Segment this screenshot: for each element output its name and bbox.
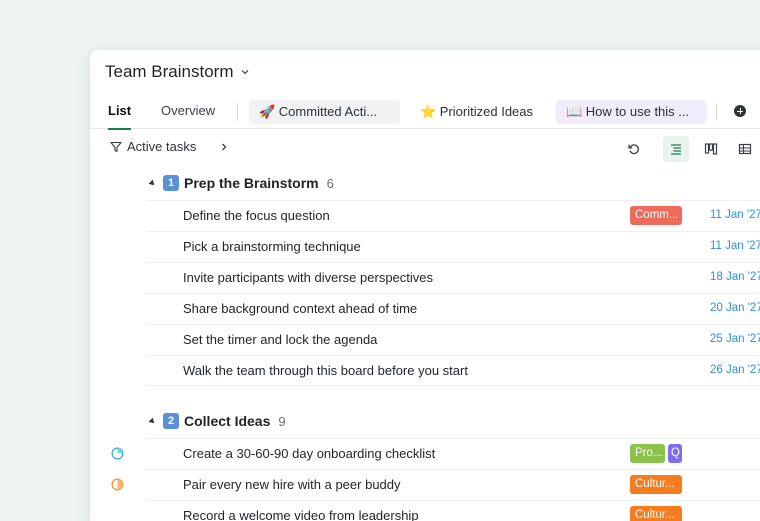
task-due-date[interactable]: 11 Jan '27 — [710, 209, 760, 221]
tab-divider — [716, 103, 717, 121]
filter-button[interactable]: Active tasks — [110, 139, 196, 154]
task-row[interactable]: Walk the team through this board before … — [145, 355, 760, 386]
task-due-date[interactable]: 26 Jan '27 — [710, 364, 760, 376]
task-tag[interactable]: Comm... — [630, 206, 682, 225]
board-title-row[interactable]: Team Brainstorm — [105, 62, 250, 82]
task-due-date[interactable]: 25 Jan '27 — [710, 333, 760, 345]
task-row[interactable]: Set the timer and lock the agenda 25 Jan… — [145, 324, 760, 355]
task-title[interactable]: Walk the team through this board before … — [183, 363, 468, 378]
group-header[interactable]: 2 Collect Ideas 9 — [148, 410, 286, 432]
task-due-date[interactable]: 20 Jan '27 — [710, 302, 760, 314]
tab-how-to-use[interactable]: 📖 How to use this ... — [556, 100, 707, 124]
task-row[interactable]: Define the focus question Comm... 11 Jan… — [145, 200, 760, 231]
group-count: 6 — [326, 175, 334, 191]
task-title[interactable]: Share background context ahead of time — [183, 301, 417, 316]
board-title: Team Brainstorm — [105, 62, 234, 81]
table-view-icon — [738, 143, 752, 155]
quarter-progress-icon[interactable] — [111, 447, 124, 460]
task-due-date[interactable]: 11 Jan '27 — [710, 240, 760, 252]
task-title[interactable]: Pick a brainstorming technique — [183, 239, 361, 254]
group-header[interactable]: 1 Prep the Brainstorm 6 — [148, 172, 334, 194]
table-view-button[interactable] — [732, 136, 758, 162]
filter-icon — [110, 141, 122, 152]
task-row[interactable]: Share background context ahead of time 2… — [145, 293, 760, 324]
view-tabs: List Overview 🚀 Committed Acti... ⭐ Prio… — [90, 99, 760, 130]
task-row[interactable]: Invite participants with diverse perspec… — [145, 262, 760, 293]
list-view-button[interactable] — [663, 136, 689, 162]
group-count: 9 — [278, 413, 286, 429]
task-title[interactable]: Pair every new hire with a peer buddy — [183, 477, 401, 492]
task-due-date[interactable]: 18 Jan '27 — [710, 271, 760, 283]
task-title[interactable]: Set the timer and lock the agenda — [183, 332, 377, 347]
refresh-icon — [628, 144, 639, 155]
task-tag-secondary[interactable]: Q — [668, 444, 682, 463]
tab-list[interactable]: List — [108, 99, 132, 130]
half-progress-icon[interactable] — [111, 478, 124, 491]
chevron-down-icon[interactable] — [240, 67, 250, 77]
task-row[interactable]: Pick a brainstorming technique 11 Jan '2… — [145, 231, 760, 262]
board-view-button[interactable] — [698, 136, 724, 162]
tab-committed-actions[interactable]: 🚀 Committed Acti... — [249, 100, 400, 124]
group-title: Collect Ideas — [184, 413, 271, 429]
task-tag[interactable]: Cultur... — [630, 475, 682, 494]
task-row[interactable]: Pair every new hire with a peer buddy Cu… — [111, 469, 760, 500]
toolbar: Active tasks — [90, 136, 760, 162]
collapse-caret-icon[interactable] — [148, 417, 157, 425]
task-tag[interactable]: Cultur... — [630, 506, 682, 521]
task-tag[interactable]: Pro... — [630, 444, 665, 463]
board-view-icon — [704, 143, 718, 155]
task-title[interactable]: Invite participants with diverse perspec… — [183, 270, 433, 285]
task-title[interactable]: Create a 30-60-90 day onboarding checkli… — [183, 446, 435, 461]
task-row[interactable]: Record a welcome video from leadership C… — [145, 500, 760, 521]
filter-label: Active tasks — [127, 139, 197, 154]
group-number-badge: 2 — [163, 413, 179, 429]
tab-overview[interactable]: Overview — [161, 99, 215, 129]
task-title[interactable]: Record a welcome video from leadership — [183, 508, 419, 521]
board-panel: Team Brainstorm List Overview 🚀 Committe… — [90, 50, 760, 521]
group-title: Prep the Brainstorm — [184, 175, 319, 191]
collapse-caret-icon[interactable] — [148, 179, 157, 187]
chevron-right-icon[interactable] — [219, 142, 229, 152]
task-row[interactable]: Create a 30-60-90 day onboarding checkli… — [111, 438, 760, 469]
tab-prioritized-ideas[interactable]: ⭐ Prioritized Ideas — [410, 100, 550, 124]
add-view-icon[interactable] — [734, 105, 746, 117]
task-title[interactable]: Define the focus question — [183, 208, 330, 223]
group-number-badge: 1 — [163, 175, 179, 191]
list-view-icon — [671, 144, 681, 155]
refresh-button[interactable] — [621, 136, 647, 162]
tab-divider — [237, 103, 238, 121]
